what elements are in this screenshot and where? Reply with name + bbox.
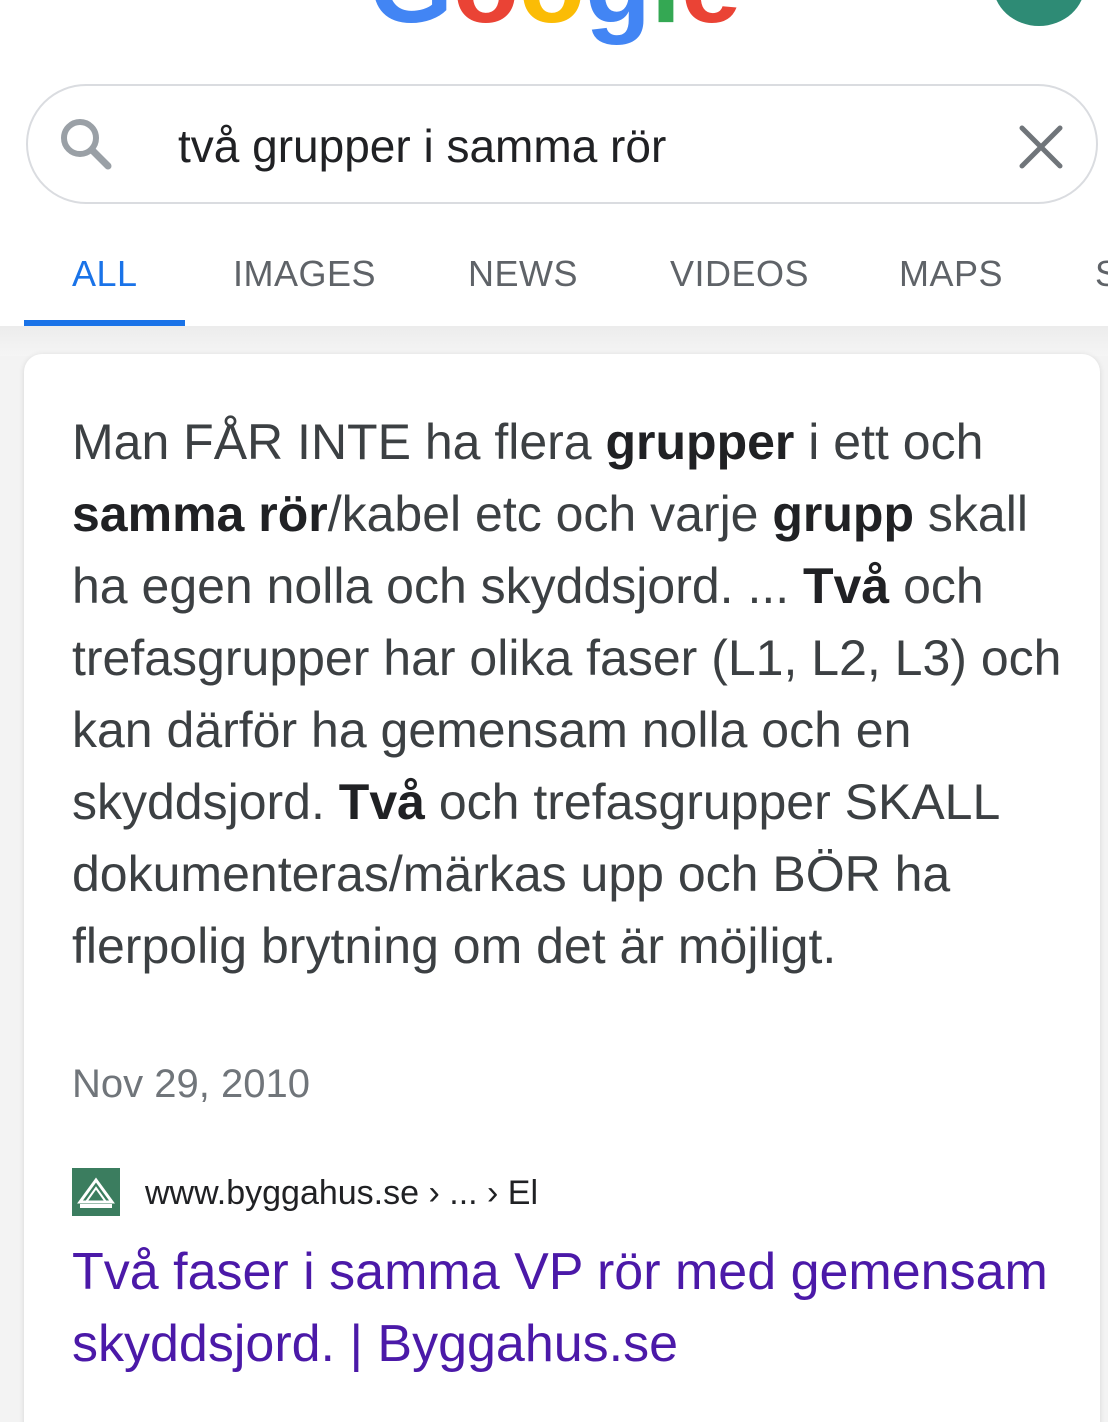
featured-snippet-text: Man FÅR INTE ha flera grupper i ett och …: [72, 414, 1062, 974]
logo-letter: o: [519, 0, 585, 45]
result-title-link[interactable]: Två faser i samma VP rör med gemensam sk…: [72, 1236, 1072, 1380]
search-results-page: Google två grupper i samma rör ALL IMAGE…: [0, 0, 1108, 1422]
search-icon[interactable]: [58, 116, 114, 172]
result-url-breadcrumb[interactable]: www.byggahus.se › ... › El: [145, 1172, 538, 1214]
tab-videos[interactable]: VIDEOS: [670, 254, 809, 294]
tabs-shadow: [0, 326, 1108, 356]
logo-letter: l: [651, 0, 681, 45]
tab-maps[interactable]: MAPS: [899, 254, 1003, 294]
site-favicon[interactable]: [72, 1168, 120, 1216]
tab-shopping[interactable]: S: [1095, 254, 1108, 294]
search-tabs: ALL IMAGES NEWS VIDEOS MAPS S: [0, 226, 1108, 326]
tab-all[interactable]: ALL: [72, 254, 138, 294]
snippet-date: Nov 29, 2010: [72, 1062, 310, 1106]
tab-news[interactable]: NEWS: [468, 254, 578, 294]
logo-letter: e: [681, 0, 741, 45]
menu-icon[interactable]: [62, 0, 118, 2]
header: Google: [0, 0, 1108, 80]
logo-letter: G: [369, 0, 453, 45]
logo-letter: o: [453, 0, 519, 45]
tab-images[interactable]: IMAGES: [233, 254, 376, 294]
search-input[interactable]: två grupper i samma rör: [178, 116, 958, 176]
google-logo[interactable]: Google: [369, 0, 741, 45]
svg-text:Google: Google: [369, 0, 741, 45]
logo-letter: g: [585, 0, 651, 45]
account-avatar[interactable]: [993, 0, 1085, 26]
close-icon[interactable]: [1018, 124, 1064, 170]
